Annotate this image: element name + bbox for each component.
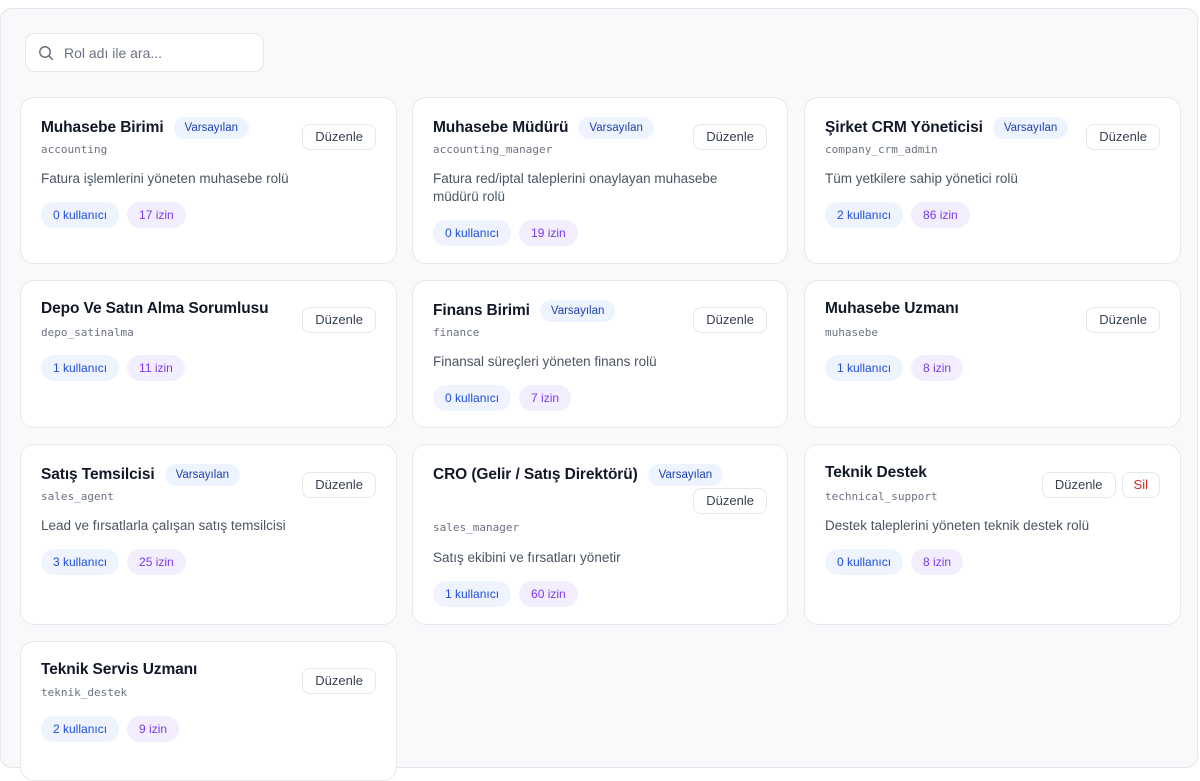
user-count-badge: 0 kullanıcı — [41, 202, 120, 228]
role-card: CRO (Gelir / Satış Direktörü) Varsayılan… — [412, 444, 788, 625]
role-card: Finans Birimi Varsayılan finance Finansa… — [412, 280, 788, 428]
permission-count-badge: 8 izin — [911, 549, 964, 575]
role-code: accounting — [41, 143, 108, 156]
role-description: Fatura işlemlerini yöneten muhasebe rolü — [41, 171, 289, 186]
role-title: Muhasebe Uzmanı — [825, 300, 959, 317]
edit-button[interactable]: Düzenle — [302, 668, 376, 694]
role-code: sales_manager — [433, 521, 520, 534]
role-title: Muhasebe Müdürü — [433, 119, 569, 136]
role-code: accounting_manager — [433, 143, 553, 156]
edit-button[interactable]: Düzenle — [1086, 124, 1160, 150]
role-card: Teknik Destek technical_support Destek t… — [804, 444, 1181, 625]
edit-button[interactable]: Düzenle — [1086, 307, 1160, 333]
role-code: muhasebe — [825, 326, 878, 339]
role-code: technical_support — [825, 490, 938, 503]
role-card: Muhasebe Birimi Varsayılan accounting Fa… — [20, 97, 397, 264]
role-description: Fatura red/iptal taleplerini onaylayan m… — [433, 171, 718, 204]
default-badge: Varsayılan — [164, 464, 241, 486]
permission-count-badge: 8 izin — [911, 355, 964, 381]
permission-count-badge: 7 izin — [519, 385, 572, 411]
role-code: sales_agent — [41, 490, 114, 503]
role-title: Teknik Servis Uzmanı — [41, 661, 198, 678]
role-card: Muhasebe Uzmanı muhasebe 1 kullanıcı 8 i… — [804, 280, 1181, 428]
default-badge: Varsayılan — [173, 117, 250, 139]
default-badge: Varsayılan — [578, 117, 654, 139]
role-title: CRO (Gelir / Satış Direktörü) — [433, 466, 638, 483]
permission-count-badge: 19 izin — [519, 220, 578, 246]
user-count-badge: 0 kullanıcı — [433, 220, 512, 246]
permission-count-badge: 17 izin — [127, 202, 186, 228]
user-count-badge: 1 kullanıcı — [825, 355, 904, 381]
edit-button[interactable]: Düzenle — [693, 307, 767, 333]
role-card: Şirket CRM Yöneticisi Varsayılan company… — [804, 97, 1181, 264]
default-badge: Varsayılan — [539, 300, 616, 322]
search-icon — [39, 46, 53, 60]
role-card: Satış Temsilcisi Varsayılan sales_agent … — [20, 444, 397, 625]
user-count-badge: 1 kullanıcı — [433, 581, 512, 607]
role-card: Muhasebe Müdürü Varsayılan accounting_ma… — [412, 97, 788, 264]
role-code: teknik_destek — [41, 686, 128, 699]
role-card: Teknik Servis Uzmanı teknik_destek 2 kul… — [20, 641, 397, 781]
edit-button[interactable]: Düzenle — [302, 472, 376, 498]
search-input[interactable] — [64, 34, 254, 71]
role-description: Satış ekibini ve fırsatları yönetir — [433, 550, 621, 565]
role-code: finance — [433, 326, 480, 339]
edit-button[interactable]: Düzenle — [302, 124, 376, 150]
role-title: Finans Birimi — [433, 302, 530, 319]
user-count-badge: 0 kullanıcı — [433, 385, 512, 411]
edit-button[interactable]: Düzenle — [693, 124, 767, 150]
role-code: company_crm_admin — [825, 143, 938, 156]
user-count-badge: 3 kullanıcı — [41, 549, 120, 575]
role-title: Depo Ve Satın Alma Sorumlusu — [41, 300, 269, 317]
role-description: Lead ve fırsatlarla çalışan satış temsil… — [41, 518, 286, 533]
permission-count-badge: 86 izin — [911, 202, 970, 228]
permission-count-badge: 60 izin — [519, 581, 578, 607]
role-description: Tüm yetkilere sahip yönetici rolü — [825, 171, 1018, 186]
role-card: Depo Ve Satın Alma Sorumlusu depo_satina… — [20, 280, 397, 428]
permission-count-badge: 11 izin — [127, 355, 185, 381]
search-box[interactable] — [25, 33, 264, 72]
default-badge: Varsayılan — [992, 117, 1069, 139]
user-count-badge: 2 kullanıcı — [825, 202, 904, 228]
role-title: Şirket CRM Yöneticisi — [825, 119, 983, 136]
role-code: depo_satinalma — [41, 326, 134, 339]
permission-count-badge: 25 izin — [127, 549, 186, 575]
role-title: Satış Temsilcisi — [41, 466, 155, 483]
user-count-badge: 0 kullanıcı — [825, 549, 904, 575]
permission-count-badge: 9 izin — [127, 716, 180, 742]
edit-button[interactable]: Düzenle — [302, 307, 376, 333]
default-badge: Varsayılan — [647, 464, 724, 486]
edit-button[interactable]: Düzenle — [693, 488, 767, 514]
role-description: Destek taleplerini yöneten teknik destek… — [825, 518, 1090, 533]
role-description: Finansal süreçleri yöneten finans rolü — [433, 354, 657, 369]
role-title: Teknik Destek — [825, 464, 927, 481]
user-count-badge: 1 kullanıcı — [41, 355, 120, 381]
edit-button[interactable]: Düzenle — [1041, 472, 1116, 498]
user-count-badge: 2 kullanıcı — [41, 716, 120, 742]
role-title: Muhasebe Birimi — [41, 119, 164, 136]
delete-button[interactable]: Sil — [1121, 472, 1160, 498]
